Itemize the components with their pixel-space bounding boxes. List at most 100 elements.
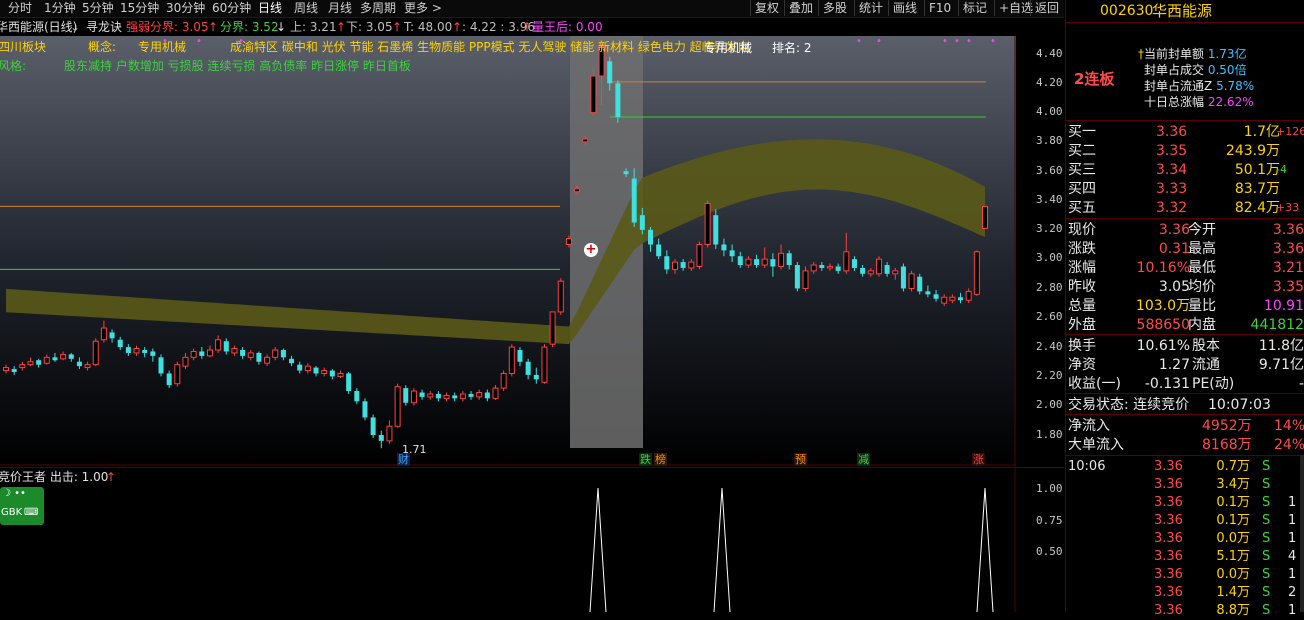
stat-row: 昨收 3.05 均价 3.35: [1066, 278, 1304, 296]
multi-stock-button[interactable]: 多股: [818, 0, 851, 16]
lower-value: 下: 3.05: [346, 20, 393, 34]
tick-price: 3.36: [1154, 567, 1183, 582]
stat-label: 昨收: [1068, 279, 1096, 295]
mark-button[interactable]: 标记: [958, 0, 991, 16]
event-marker[interactable]: 财: [397, 453, 410, 466]
period-tab-more[interactable]: 更多 >: [404, 0, 442, 16]
tick-side: S: [1262, 459, 1271, 474]
statistics-button[interactable]: 统计: [854, 0, 887, 16]
period-tab-1min[interactable]: 1分钟: [44, 0, 76, 16]
tick-row: 3.36 0.0万 S 1: [1066, 566, 1304, 584]
chevron-down-icon[interactable]: ⌄: [70, 20, 80, 34]
bid-label: 买三: [1068, 162, 1096, 178]
price-tick: 3.60: [1036, 164, 1063, 177]
candle: [696, 241, 703, 270]
period-tab-60min[interactable]: 60分钟: [212, 0, 251, 16]
fund-label: PE(动): [1192, 376, 1235, 392]
event-marker[interactable]: 跌: [639, 453, 652, 466]
fund-value: 10.61%: [1136, 338, 1190, 354]
stock-name: 华西能源: [1152, 2, 1213, 20]
tick-price: 3.36: [1154, 585, 1183, 600]
signal-spike: [976, 487, 994, 612]
price-tick: 3.80: [1036, 134, 1063, 147]
draw-line-button[interactable]: 画线: [888, 0, 921, 16]
trade-status: 交易状态: 连续竞价: [1068, 397, 1190, 413]
event-marker[interactable]: 预: [794, 453, 807, 466]
price-tick: 4.40: [1036, 47, 1063, 60]
period-tab-intraday[interactable]: 分时: [8, 0, 32, 16]
quote-title-row: 002630 华西能源: [1066, 2, 1304, 22]
event-marker[interactable]: 减: [857, 453, 870, 466]
bid-row[interactable]: 买二 3.35 243.9万: [1066, 142, 1304, 160]
signal-spike: [589, 487, 607, 612]
tick-price: 3.36: [1154, 459, 1183, 474]
net-inflow-label: 净流入: [1068, 418, 1110, 434]
f10-button[interactable]: F10: [924, 0, 955, 16]
arrow-up-icon: ↑: [336, 20, 347, 34]
bid-label: 买二: [1068, 143, 1096, 159]
stat-label: 量比: [1188, 298, 1216, 314]
sub-spikes: [589, 487, 994, 612]
quote-panel: 002630 华西能源 2连板 †当前封单额 1.73亿 封单占成交 0.50倍…: [1065, 0, 1304, 618]
period-tab-daily[interactable]: 日线: [258, 0, 282, 16]
tick-side: S: [1262, 585, 1271, 600]
candlestick-chart[interactable]: [0, 36, 1016, 466]
price-tick: 3.00: [1036, 251, 1063, 264]
stat-label: 现价: [1068, 222, 1096, 238]
risk-list: 股东减持 户数增加 亏损股 连续亏损 高负债率 昨日涨停 昨日首板: [64, 59, 411, 73]
bid-row[interactable]: 买一 3.36 1.7亿 +126: [1066, 123, 1304, 141]
seal-vol-label: 封单占成交: [1144, 63, 1205, 77]
ten-day-gain: 22.62%: [1207, 95, 1254, 109]
period-tab-weekly[interactable]: 周线: [294, 0, 318, 16]
candle: [508, 344, 515, 377]
big-inflow-pct: 24%: [1274, 437, 1304, 453]
fund-value: 1.27: [1158, 357, 1190, 373]
rights-adjust-button[interactable]: 复权: [750, 0, 783, 16]
bid-row[interactable]: 买四 3.33 83.7万: [1066, 180, 1304, 198]
tick-price: 3.36: [1154, 549, 1183, 564]
price-tick: 2.00: [1036, 398, 1063, 411]
bid-price: 3.36: [1156, 124, 1188, 140]
bid-row[interactable]: 买三 3.34 50.1万 -4: [1066, 161, 1304, 179]
fundamental-row: 换手 10.61% 股本 11.8亿: [1066, 337, 1304, 355]
fund-value: -: [1298, 376, 1304, 392]
add-circle-icon[interactable]: +: [584, 243, 598, 257]
period-tab-multi[interactable]: 多周期: [360, 0, 396, 16]
tick-count: 2: [1288, 585, 1297, 600]
bid-label: 买一: [1068, 124, 1096, 140]
sub-indicator-chart: [589, 468, 1016, 612]
period-tab-30min[interactable]: 30分钟: [166, 0, 205, 16]
bid-volume: 82.4万: [1234, 200, 1280, 216]
tick-side: S: [1262, 567, 1271, 582]
tick-volume: 0.7万: [1216, 459, 1250, 474]
stat-label: 总量: [1068, 298, 1096, 314]
tick-volume: 0.1万: [1216, 495, 1250, 510]
candle: [410, 388, 417, 406]
fund-value: 11.8亿: [1258, 338, 1304, 354]
period-toolbar: 分时 1分钟 5分钟 15分钟 30分钟 60分钟 日线 周线 月线 多周期 更…: [0, 0, 1064, 18]
event-marker[interactable]: 涨: [972, 453, 985, 466]
ten-day-label: 十日总涨幅: [1144, 95, 1205, 109]
indicator-name[interactable]: 寻龙诀: [86, 20, 122, 34]
back-button[interactable]: 返回: [1030, 0, 1063, 16]
stock-title: 华西能源(日线): [0, 20, 78, 34]
bid-row[interactable]: 买五 3.32 82.4万 +33: [1066, 199, 1304, 217]
tick-volume: 0.0万: [1216, 531, 1250, 546]
stat-label: 今开: [1188, 222, 1216, 238]
net-inflow-value: 4952万: [1202, 418, 1252, 434]
stat-value: 3.36: [1158, 222, 1190, 238]
event-marker[interactable]: 榜: [654, 453, 667, 466]
tick-scrollbar[interactable]: [1300, 455, 1304, 612]
period-tab-monthly[interactable]: 月线: [328, 0, 352, 16]
net-inflow-row: 净流入 4952万 14%: [1066, 417, 1304, 435]
dot-markers: • • • • • • • • •: [162, 36, 996, 47]
overlay-button[interactable]: 叠加: [784, 0, 817, 16]
stat-row: 总量 103.0万 量比 10.91: [1066, 297, 1304, 315]
period-tab-15min[interactable]: 15分钟: [120, 0, 159, 16]
candle: [713, 209, 719, 249]
candle: [370, 414, 376, 438]
stat-label: 涨幅: [1068, 260, 1096, 276]
stat-row: 涨跌 0.31 最高 3.36: [1066, 240, 1304, 258]
period-tab-5min[interactable]: 5分钟: [82, 0, 114, 16]
tick-side: S: [1262, 531, 1271, 546]
